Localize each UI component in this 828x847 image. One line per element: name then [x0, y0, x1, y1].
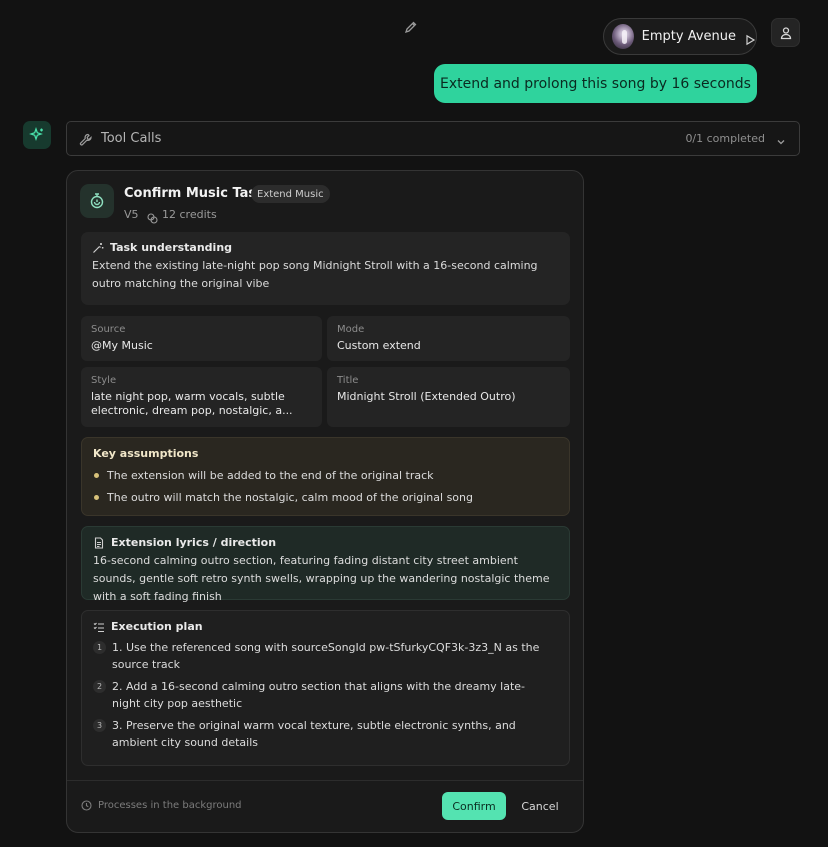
style-label: Style	[91, 375, 117, 386]
user-message-bubble: Extend and prolong this song by 16 secon…	[434, 64, 757, 103]
pencil-icon[interactable]	[403, 19, 419, 35]
extension-text: 16-second calming outro section, featuri…	[93, 554, 550, 603]
tool-calls-toggle[interactable]: Tool Calls 0/1 completed	[66, 121, 800, 156]
step-number: 1	[93, 641, 106, 654]
task-understanding-text: Extend the existing late-night pop song …	[92, 259, 538, 290]
document-icon	[94, 536, 104, 549]
title-value: Midnight Stroll (Extended Outro)	[337, 390, 516, 403]
user-icon[interactable]	[771, 18, 800, 47]
assumption-text: The outro will match the nostalgic, calm…	[107, 491, 473, 504]
cancel-button[interactable]: Cancel	[515, 792, 565, 820]
checklist-icon	[93, 622, 104, 632]
assumption-text: The extension will be added to the end o…	[107, 469, 434, 482]
source-field: Source @My Music	[81, 316, 322, 361]
source-label: Source	[91, 324, 126, 335]
magic-wand-icon	[93, 242, 104, 253]
execution-plan-panel: Execution plan 1 1. Use the referenced s…	[81, 610, 570, 766]
assumption-item: The extension will be added to the end o…	[93, 469, 558, 482]
credits-count: 12 credits	[162, 208, 217, 221]
song-title: Empty Avenue	[641, 29, 736, 44]
bullet-dot	[94, 473, 99, 478]
bullet-dot	[94, 495, 99, 500]
mode-label: Mode	[337, 324, 365, 335]
sparkle-icon	[23, 121, 51, 149]
clock-icon	[81, 800, 92, 811]
task-understanding-panel: Task understanding Extend the existing l…	[81, 232, 570, 305]
style-field: Style late night pop, warm vocals, subtl…	[81, 367, 322, 427]
confirm-button[interactable]: Confirm	[442, 792, 506, 820]
step-text: 2. Add a 16-second calming outro section…	[112, 680, 526, 710]
extension-lyrics-panel: Extension lyrics / direction 16-second c…	[81, 526, 570, 603]
step-text: 3. Preserve the original warm vocal text…	[112, 719, 516, 749]
song-cover-thumbnail	[612, 24, 634, 49]
play-icon[interactable]	[744, 31, 756, 45]
song-chip[interactable]: Empty Avenue	[603, 18, 757, 55]
task-understanding-heading: Task understanding	[110, 241, 233, 254]
card-title: Confirm Music Task	[124, 186, 265, 201]
chevron-down-icon	[775, 133, 787, 145]
plan-step: 1 1. Use the referenced song with source…	[93, 639, 558, 673]
style-value: late night pop, warm vocals, subtle elec…	[91, 390, 293, 417]
mode-field: Mode Custom extend	[327, 316, 570, 361]
step-text: 1. Use the referenced song with sourceSo…	[112, 641, 540, 671]
source-value: @My Music	[91, 339, 153, 352]
wrench-icon	[79, 132, 93, 146]
title-label: Title	[337, 375, 359, 386]
title-field: Title Midnight Stroll (Extended Outro)	[327, 367, 570, 427]
tool-calls-status: 0/1 completed	[685, 132, 765, 145]
mode-value: Custom extend	[337, 339, 421, 352]
plan-step: 3 3. Preserve the original warm vocal te…	[93, 717, 558, 751]
task-type-badge: Extend Music	[251, 185, 330, 203]
extension-heading: Extension lyrics / direction	[111, 536, 277, 549]
background-note-text: Processes in the background	[98, 800, 242, 811]
step-number: 3	[93, 719, 106, 732]
plan-step: 2 2. Add a 16-second calming outro secti…	[93, 678, 558, 712]
timer-icon	[80, 184, 114, 218]
key-assumptions-panel: Key assumptions The extension will be ad…	[81, 437, 570, 516]
model-version: V5	[124, 208, 139, 221]
credits-icon	[147, 209, 158, 224]
step-number: 2	[93, 680, 106, 693]
assumption-item: The outro will match the nostalgic, calm…	[93, 491, 558, 504]
key-assumptions-heading: Key assumptions	[93, 447, 199, 460]
card-footer-divider	[67, 780, 583, 781]
background-processing-note: Processes in the background	[81, 800, 242, 811]
execution-plan-heading: Execution plan	[111, 620, 203, 633]
tool-calls-label: Tool Calls	[101, 131, 162, 146]
